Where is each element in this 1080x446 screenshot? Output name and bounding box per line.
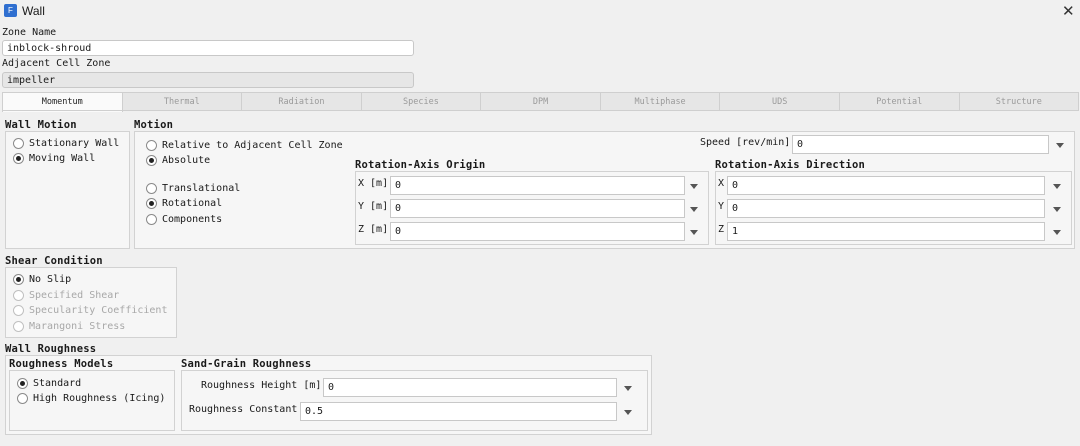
direction-y-input[interactable]: 0 [727,199,1045,218]
roughness-constant-label: Roughness Constant [189,404,298,415]
high-roughness-icing-radio[interactable]: High Roughness (Icing) [17,391,165,405]
radio-dot [13,304,24,316]
origin-x-label: X [m] [358,178,389,189]
direction-y-label: Y [718,201,725,212]
zone-name-input[interactable]: inblock-shroud [2,40,414,56]
tab-uds[interactable]: UDS [719,92,840,111]
direction-y-dropdown-icon[interactable] [1050,202,1064,216]
roughness-constant-input[interactable]: 0.5 [300,402,617,421]
tab-thermal[interactable]: Thermal [121,92,243,111]
roughness-height-input[interactable]: 0 [323,378,617,397]
axis-origin-title: Rotation-Axis Origin [355,159,486,171]
origin-x-dropdown-icon[interactable] [687,179,701,193]
tab-potential[interactable]: Potential [838,92,960,111]
specularity-coefficient-radio: Specularity Coefficient [13,303,167,317]
motion-title: Motion [134,119,174,131]
radio-dot-selected [13,152,24,164]
radio-dot [13,289,24,301]
rotational-radio[interactable]: Rotational [146,196,222,210]
no-slip-radio[interactable]: No Slip [13,272,71,286]
roughness-height-label: Roughness Height [m] [201,380,322,391]
absolute-radio[interactable]: Absolute [146,153,210,167]
origin-y-input[interactable]: 0 [390,199,685,218]
direction-x-input[interactable]: 0 [727,176,1045,195]
wall-motion-title: Wall Motion [5,119,77,131]
shear-condition-title: Shear Condition [5,255,103,267]
roughness-models-title: Roughness Models [9,358,114,370]
marangoni-stress-radio: Marangoni Stress [13,319,125,333]
tab-dpm[interactable]: DPM [480,92,601,111]
radio-dot [146,213,157,225]
tab-structure[interactable]: Structure [958,92,1080,111]
roughness-models-box: Standard High Roughness (Icing) [9,370,175,431]
direction-z-dropdown-icon[interactable] [1050,225,1064,239]
radio-dot-selected [146,154,157,166]
app-icon: F [4,4,17,17]
tab-momentum[interactable]: Momentum [2,92,123,112]
tab-content-divider [2,110,1078,111]
radio-dot [17,392,28,404]
shear-condition-box: No Slip Specified Shear Specularity Coef… [5,267,177,338]
relative-to-adjacent-radio[interactable]: Relative to Adjacent Cell Zone [146,138,343,152]
origin-z-input[interactable]: 0 [390,222,685,241]
radio-dot-selected [17,377,28,389]
moving-wall-radio[interactable]: Moving Wall [13,151,95,165]
tab-multiphase[interactable]: Multiphase [599,92,721,111]
direction-x-dropdown-icon[interactable] [1050,179,1064,193]
adjacent-cell-zone-label: Adjacent Cell Zone [2,58,111,69]
direction-x-label: X [718,178,725,189]
sand-grain-roughness-title: Sand-Grain Roughness [181,358,312,370]
speed-dropdown-icon[interactable] [1053,138,1067,152]
tab-radiation[interactable]: Radiation [241,92,362,111]
radio-dot [13,320,24,332]
close-icon[interactable]: ✕ [1062,2,1075,20]
radio-dot [146,182,157,194]
origin-x-input[interactable]: 0 [390,176,685,195]
window-title: Wall [22,4,45,18]
origin-y-label: Y [m] [358,201,389,212]
radio-dot [13,137,24,149]
zone-name-label: Zone Name [2,27,57,38]
direction-z-input[interactable]: 1 [727,222,1045,241]
roughness-constant-dropdown-icon[interactable] [621,405,635,419]
wall-motion-box: Stationary Wall Moving Wall [5,131,130,249]
tab-bar: Momentum Thermal Radiation Species DPM M… [2,92,1080,112]
origin-z-label: Z [m] [358,224,389,235]
origin-z-dropdown-icon[interactable] [687,225,701,239]
radio-dot [146,139,157,151]
roughness-height-dropdown-icon[interactable] [621,381,635,395]
direction-z-label: Z [718,224,725,235]
radio-dot-selected [13,273,24,285]
standard-radio[interactable]: Standard [17,376,81,390]
stationary-wall-radio[interactable]: Stationary Wall [13,136,119,150]
specified-shear-radio: Specified Shear [13,288,119,302]
adjacent-cell-zone-field: impeller [2,72,414,88]
axis-direction-title: Rotation-Axis Direction [715,159,865,171]
components-radio[interactable]: Components [146,212,222,226]
radio-dot-selected [146,197,157,209]
origin-y-dropdown-icon[interactable] [687,202,701,216]
speed-label: Speed [rev/min] [700,137,791,148]
wall-roughness-title: Wall Roughness [5,343,97,355]
tab-species[interactable]: Species [360,92,482,111]
translational-radio[interactable]: Translational [146,181,240,195]
speed-input[interactable]: 0 [792,135,1049,154]
